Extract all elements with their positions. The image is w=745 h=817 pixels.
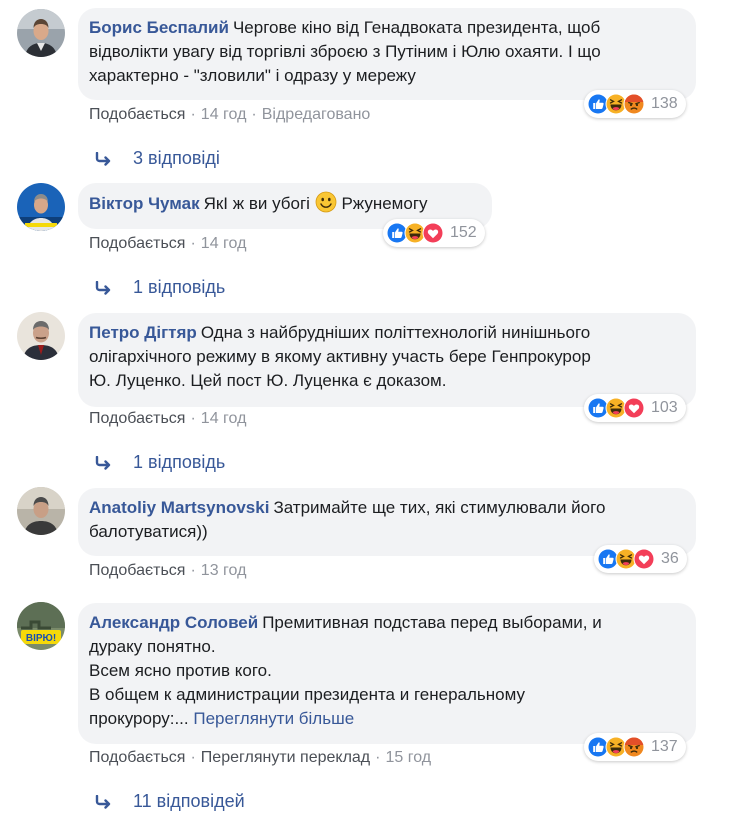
- comment-text: ЯкІ ж ви убогі: [203, 194, 310, 213]
- reactions-summary[interactable]: 152: [383, 219, 485, 247]
- reactions-summary[interactable]: 103: [584, 394, 686, 422]
- reactions-summary[interactable]: 137: [584, 733, 686, 761]
- comment-text-line: Чергове кіно від Генадвоката президента,…: [232, 18, 601, 37]
- replies-count-label[interactable]: 1 відповідь: [133, 452, 225, 473]
- comment-bubble: Петро Дігтяр Одна з найбрудніших політтех…: [78, 313, 696, 407]
- translate-link[interactable]: Переглянути переклад: [201, 749, 370, 766]
- comment-meta: Подобається · Переглянути переклад · 15 год: [89, 749, 432, 766]
- avatar[interactable]: [17, 487, 65, 535]
- reaction-count: 152: [450, 224, 477, 241]
- comment-text-line: прокурору:...: [89, 709, 189, 728]
- replies-link[interactable]: 11 відповідей: [95, 791, 245, 812]
- comment-meta: Подобається · 14 год · Відредаговано: [89, 106, 371, 123]
- replies-link[interactable]: 1 відповідь: [95, 452, 225, 473]
- like-link[interactable]: Подобається: [89, 562, 185, 579]
- reply-arrow-icon: [95, 152, 113, 166]
- comment-author[interactable]: Віктор Чумак: [89, 194, 200, 213]
- love-icon: [633, 548, 655, 570]
- like-link[interactable]: Подобається: [89, 749, 185, 766]
- replies-count-label[interactable]: 11 відповідей: [133, 791, 245, 812]
- comment-text-line: В общем к администрации президента и ген…: [89, 685, 525, 704]
- comment-author[interactable]: Борис Беспалий: [89, 18, 229, 37]
- see-more-link[interactable]: Переглянути більше: [193, 709, 354, 728]
- comment-author[interactable]: Anatoliy Martsynovski: [89, 498, 269, 517]
- avatar[interactable]: ВІРЮ!: [17, 602, 65, 650]
- comment-meta: Подобається · 14 год: [89, 235, 247, 252]
- like-link[interactable]: Подобається: [89, 235, 185, 252]
- replies-count-label[interactable]: 3 відповіді: [133, 148, 220, 169]
- comment-text-line: відволікти увагу від торгівлі зброєю з П…: [89, 42, 601, 61]
- replies-count-label[interactable]: 1 відповідь: [133, 277, 225, 298]
- comment-time[interactable]: 14 год: [201, 106, 247, 123]
- comment-text-line: олігархічного режиму в якому активну уча…: [89, 347, 591, 366]
- comment-text-line: Затримайте ще тих, які стимулювали його: [273, 498, 606, 517]
- reactions-summary[interactable]: 36: [594, 545, 687, 573]
- comment-text-line: Премитивная подстава перед выборами, и: [262, 613, 602, 632]
- reaction-count: 137: [651, 738, 678, 755]
- comment-text: Ржунемогу: [341, 194, 428, 213]
- comment-text-line: характерно - "зловили" і одразу у мережу: [89, 66, 416, 85]
- love-icon: [623, 397, 645, 419]
- comment-time[interactable]: 14 год: [201, 235, 247, 252]
- comment-time[interactable]: 14 год: [201, 410, 247, 427]
- reply-arrow-icon: [95, 281, 113, 295]
- comment-text-line: Ю. Луценко. Цей пост Ю. Луценка є доказо…: [89, 371, 447, 390]
- angry-icon: [623, 93, 645, 115]
- avatar-badge-text: ВІРЮ!: [26, 633, 56, 644]
- comment-time[interactable]: 13 год: [201, 562, 247, 579]
- comment-bubble: Александр Соловей Премитивная подстава пе…: [78, 603, 696, 744]
- comment-author[interactable]: Александр Соловей: [89, 613, 258, 632]
- love-icon: [422, 222, 444, 244]
- like-link[interactable]: Подобається: [89, 410, 185, 427]
- avatar[interactable]: [17, 9, 65, 57]
- avatar[interactable]: [17, 312, 65, 360]
- comment-text-line: дураку понятно.: [89, 637, 216, 656]
- comment-author[interactable]: Петро Дігтяр: [89, 323, 197, 342]
- edited-label[interactable]: Відредаговано: [262, 106, 371, 123]
- comment-time[interactable]: 15 год: [385, 749, 431, 766]
- reaction-count: 36: [661, 550, 679, 567]
- angry-icon: [623, 736, 645, 758]
- replies-link[interactable]: 1 відповідь: [95, 277, 225, 298]
- comment-text-line: балотуватися)): [89, 522, 208, 541]
- like-link[interactable]: Подобається: [89, 106, 185, 123]
- comment-meta: Подобається · 13 год: [89, 562, 247, 579]
- replies-link[interactable]: 3 відповіді: [95, 148, 220, 169]
- smile-emoji-icon: [315, 191, 337, 213]
- reply-arrow-icon: [95, 456, 113, 470]
- comment-meta: Подобається · 14 год: [89, 410, 247, 427]
- reply-arrow-icon: [95, 795, 113, 809]
- comment-text-line: Одна з найбрудніших політтехнологій нині…: [200, 323, 591, 342]
- avatar[interactable]: [17, 183, 65, 231]
- reactions-summary[interactable]: 138: [584, 90, 686, 118]
- comment-text-line: Всем ясно против кого.: [89, 661, 272, 680]
- reaction-count: 138: [651, 95, 678, 112]
- reaction-count: 103: [651, 399, 678, 416]
- comment-bubble: Борис Беспалий Чергове кіно від Генадвока…: [78, 8, 696, 100]
